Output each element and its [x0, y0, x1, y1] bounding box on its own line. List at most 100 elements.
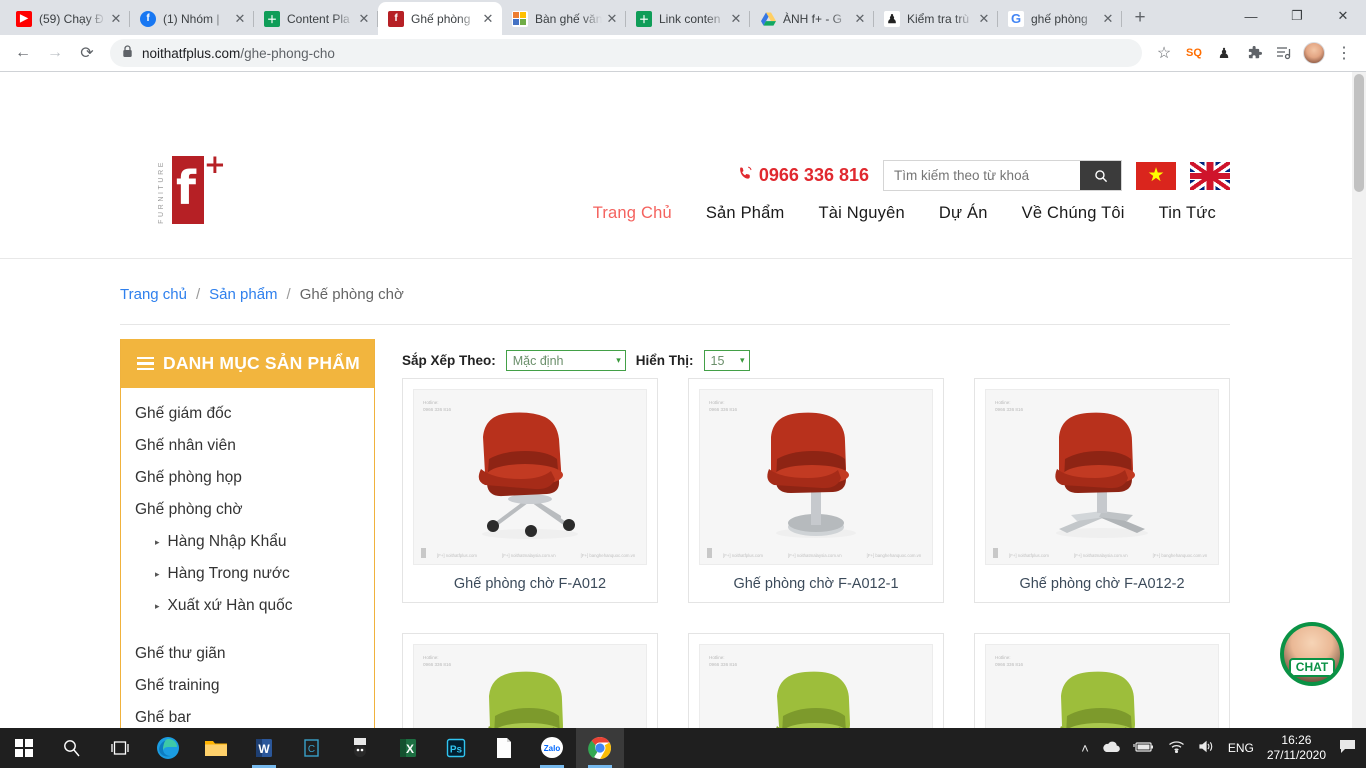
address-bar[interactable]: noithatfplus.com/ghe-phong-cho [110, 39, 1142, 67]
language-indicator[interactable]: ENG [1228, 741, 1254, 755]
scrollbar-thumb[interactable] [1354, 74, 1364, 192]
browser-tab-active[interactable]: f Ghế phòng ✕ [378, 2, 502, 35]
volume-icon[interactable] [1198, 740, 1215, 756]
file-explorer-icon[interactable] [192, 728, 240, 768]
back-button[interactable]: ← [8, 38, 38, 68]
maximize-button[interactable]: ❐ [1274, 0, 1320, 32]
close-icon[interactable]: ✕ [108, 11, 124, 27]
reload-button[interactable]: ⟳ [72, 38, 102, 68]
chrome-menu-button[interactable]: ⋮ [1330, 39, 1358, 67]
sidebar-item-ghe-nhan-vien[interactable]: Ghế nhân viên [121, 430, 374, 462]
window-close-button[interactable]: ✕ [1320, 0, 1366, 32]
uk-flag[interactable] [1190, 161, 1230, 190]
nav-item-tai-nguyen[interactable]: Tài Nguyên [819, 204, 905, 223]
close-icon[interactable]: ✕ [976, 11, 992, 27]
close-icon[interactable]: ✕ [356, 11, 372, 27]
browser-tab[interactable]: ♟ Kiểm tra trù ✕ [874, 2, 998, 35]
product-title[interactable]: Ghế phòng chờ F-A012 [413, 565, 647, 592]
browser-tab[interactable]: ▶ (59) Chạy Đ ✕ [6, 2, 130, 35]
sidebar-subitem-xuat-xu-han-quoc[interactable]: ▸ Xuất xứ Hàn quốc [121, 590, 374, 622]
browser-tab[interactable]: ＋ Link conten ✕ [626, 2, 750, 35]
vietnam-flag[interactable]: ★ [1136, 161, 1176, 190]
media-list-icon[interactable] [1270, 39, 1298, 67]
search-taskbar-icon[interactable] [48, 728, 96, 768]
product-card[interactable]: Hotline: 0966 336 816 [402, 633, 658, 728]
sidebar-subitem-hang-trong-nuoc[interactable]: ▸ Hàng Trong nước [121, 558, 374, 590]
nav-item-du-an[interactable]: Dự Án [939, 204, 988, 223]
breadcrumb-item-products[interactable]: Sản phẩm [209, 286, 277, 303]
nav-item-trang-chu[interactable]: Trang Chủ [593, 204, 672, 223]
excel-icon[interactable]: X [384, 728, 432, 768]
avatar[interactable] [1300, 39, 1328, 67]
sidebar-item-ghe-training[interactable]: Ghế training [121, 670, 374, 702]
sidebar-item-ghe-bar[interactable]: Ghế bar [121, 702, 374, 728]
dark-app-icon: ♟ [884, 10, 900, 27]
close-icon[interactable]: ✕ [232, 11, 248, 27]
wifi-icon[interactable] [1168, 740, 1185, 756]
product-card[interactable]: Hotline: 0966 336 816 [402, 378, 658, 603]
dark-extension-icon[interactable]: ♟ [1210, 39, 1238, 67]
page-scrollbar[interactable] [1352, 72, 1366, 728]
sq-extension-icon[interactable]: SQ [1180, 39, 1208, 67]
product-card[interactable]: Hotline: 0966 336 816 [688, 633, 944, 728]
product-card[interactable]: Hotline: 0966 336 816 [688, 378, 944, 603]
browser-tab[interactable]: Bàn ghế văn ✕ [502, 2, 626, 35]
product-card[interactable]: Hotline: 0966 336 816 [974, 633, 1230, 728]
notepad-icon[interactable] [480, 728, 528, 768]
product-grid: Hotline: 0966 336 816 [F+] noithatfplus.… [402, 378, 1232, 728]
word-icon[interactable]: W [240, 728, 288, 768]
sidebar-item-ghe-phong-cho[interactable]: Ghế phòng chờ [121, 494, 374, 526]
zalo-icon[interactable]: Zalo [528, 728, 576, 768]
close-icon[interactable]: ✕ [604, 11, 620, 27]
close-icon[interactable]: ✕ [1100, 11, 1116, 27]
chrome-icon[interactable] [576, 728, 624, 768]
breadcrumb-item-home[interactable]: Trang chủ [120, 286, 187, 303]
notification-icon[interactable] [1339, 739, 1356, 757]
new-tab-button[interactable]: + [1126, 4, 1154, 32]
nav-item-tin-tuc[interactable]: Tin Tức [1159, 204, 1216, 223]
photo-app-icon[interactable] [336, 728, 384, 768]
chevron-down-icon: ▾ [739, 355, 745, 365]
browser-tab[interactable]: ÀNH f+ - G ✕ [750, 2, 874, 35]
photoshop-icon[interactable]: Ps [432, 728, 480, 768]
site-search[interactable] [883, 160, 1122, 191]
product-card[interactable]: Hotline: 0966 336 816 [974, 378, 1230, 603]
sidebar-item-ghe-phong-hop[interactable]: Ghế phòng họp [121, 462, 374, 494]
sidebar-item-ghe-giam-doc[interactable]: Ghế giám đốc [121, 398, 374, 430]
sidebar-title: DANH MỤC SẢN PHẨM [163, 353, 360, 373]
copy-app-icon[interactable]: C [288, 728, 336, 768]
browser-tab[interactable]: ＋ Content Pla ✕ [254, 2, 378, 35]
header-divider [0, 258, 1352, 259]
search-input[interactable] [884, 161, 1080, 190]
close-icon[interactable]: ✕ [852, 11, 868, 27]
product-title[interactable]: Ghế phòng chờ F-A012-1 [699, 565, 933, 592]
start-button[interactable] [0, 728, 48, 768]
close-icon[interactable]: ✕ [480, 11, 496, 27]
minimize-button[interactable]: — [1228, 0, 1274, 32]
sort-select[interactable]: Mặc định ▾ [505, 350, 626, 371]
task-view-icon[interactable] [96, 728, 144, 768]
forward-button[interactable]: → [40, 38, 70, 68]
tray-chevron-up-icon[interactable]: ˄ [1081, 741, 1089, 756]
taskbar-clock[interactable]: 16:26 27/11/2020 [1267, 733, 1326, 763]
puzzle-extension-icon[interactable] [1240, 39, 1268, 67]
show-select[interactable]: 15 ▾ [703, 350, 750, 371]
phone-number[interactable]: 0966 336 816 [738, 165, 869, 186]
site-logo[interactable]: f FURNITURE + [158, 150, 238, 226]
onedrive-icon[interactable] [1102, 741, 1120, 756]
product-title[interactable]: Ghế phòng chờ F-A012-2 [985, 565, 1219, 592]
browser-tab[interactable]: G ghế phòng ✕ [998, 2, 1122, 35]
search-button[interactable] [1080, 161, 1121, 190]
nav-item-san-pham[interactable]: Sản Phẩm [706, 204, 785, 223]
chat-widget[interactable]: CHAT [1280, 622, 1344, 686]
bookmark-star-icon[interactable]: ☆ [1150, 39, 1178, 67]
browser-tab[interactable]: f (1) Nhóm | ✕ [130, 2, 254, 35]
close-icon[interactable]: ✕ [728, 11, 744, 27]
sidebar-item-ghe-thu-gian[interactable]: Ghế thư giãn [121, 638, 374, 670]
watermark-url: [F+] noithatfplus.com [723, 553, 764, 558]
nav-item-ve-chung-toi[interactable]: Về Chúng Tôi [1022, 204, 1125, 223]
edge-icon[interactable] [144, 728, 192, 768]
battery-icon[interactable] [1133, 741, 1155, 756]
sidebar-header[interactable]: DANH MỤC SẢN PHẨM [121, 339, 374, 388]
sidebar-subitem-hang-nhap-khau[interactable]: ▸ Hàng Nhập Khẩu [121, 526, 374, 558]
